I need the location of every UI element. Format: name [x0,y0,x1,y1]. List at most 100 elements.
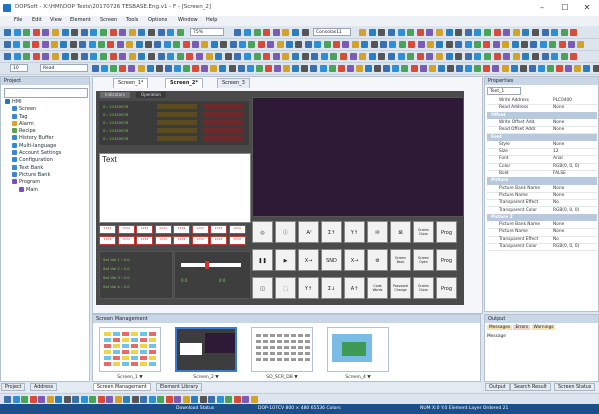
toolbar-tool-icon[interactable] [119,65,127,72]
tab-search-result[interactable]: Search Result [510,383,551,391]
toolbar-tool-icon[interactable] [292,65,300,72]
menu-edit[interactable]: Edit [32,17,42,23]
toolbar-tool-icon[interactable] [80,29,88,36]
toolbar-tool-icon[interactable] [155,65,163,72]
toolbar-tool-icon[interactable] [173,41,181,48]
toolbar-tool-icon[interactable] [456,65,463,72]
toolbar-tool-icon[interactable] [445,29,453,36]
tree-item[interactable]: Configuration [5,157,61,164]
toolbar-tool-icon[interactable] [90,29,98,36]
maximize-button[interactable]: ☐ [554,2,576,14]
toolbar-tool-icon[interactable] [389,41,397,48]
hmi-function-button[interactable]: Y↑ [298,277,319,299]
toolbar-tool-icon[interactable] [233,396,241,403]
thumb-screen-1[interactable] [99,327,161,372]
toolbar-tool-icon[interactable] [138,29,146,36]
menu-screen[interactable]: Screen [100,17,117,23]
toolbar-tool-icon[interactable] [428,65,436,72]
toolbar-tool-icon[interactable] [530,41,538,48]
tab-address[interactable]: Address [30,383,58,391]
hmi-function-button[interactable]: ⓘ [275,221,296,243]
toolbar-tool-icon[interactable] [107,41,115,48]
toolbar-tool-icon[interactable] [446,65,454,72]
toolbar-tool-icon[interactable] [512,53,520,60]
menu-options[interactable]: Options [148,17,167,23]
toolbar-tool-icon[interactable] [192,65,200,72]
toolbar-tool-icon[interactable] [13,53,21,60]
toolbar-tool-icon[interactable] [484,29,491,36]
toolbar-tool-icon[interactable] [255,65,263,72]
hmi-function-button[interactable]: ◎ [252,221,273,243]
toolbar-tool-icon[interactable] [328,65,336,72]
hmi-function-button[interactable]: Screen Close [413,277,434,299]
tab-element-library[interactable]: Element Library [156,383,203,391]
toolbar-tool-icon[interactable] [319,65,327,72]
toolbar-tool-icon[interactable] [71,53,79,60]
toolbar-tool-icon[interactable] [69,41,77,48]
toolbar-tool-icon[interactable] [388,29,395,36]
thumb-screen-4[interactable] [327,327,389,372]
hmi-function-button[interactable]: Prog [436,249,457,271]
toolbar-tool-icon[interactable] [392,65,400,72]
toolbar-tool-icon[interactable] [89,396,96,403]
toolbar-tool-icon[interactable] [92,65,99,72]
toolbar-tool-icon[interactable] [263,53,271,60]
toolbar-tool-icon[interactable] [337,65,345,72]
hmi-function-button[interactable]: ▶ [275,249,296,271]
toolbar-tool-icon[interactable] [474,41,481,48]
property-value[interactable]: 12 [553,148,558,155]
numeric-entry-button[interactable]: 1234 [99,236,116,245]
toolbar-tool-icon[interactable] [310,65,318,72]
toolbar-tool-icon[interactable] [174,396,181,403]
toolbar-tool-icon[interactable] [100,29,107,36]
toolbar-tool-icon[interactable] [116,41,124,48]
hmi-screen-canvas[interactable]: Indicators Operation 0 : 12345678 0 : 123… [96,91,464,305]
property-row[interactable]: Transparent Color RGB(0, 0, 0) [487,243,597,252]
toolbar-tool-icon[interactable] [483,41,491,48]
toolbar-tool-icon[interactable] [541,53,549,60]
toolbar-tool-icon[interactable] [541,29,549,36]
toolbar-tool-icon[interactable] [493,29,501,36]
toolbar-tool-icon[interactable] [239,41,246,48]
hmi-function-button[interactable]: SND [321,249,342,271]
property-value[interactable]: None [553,126,564,133]
close-button[interactable]: ✕ [576,2,598,14]
toolbar-tool-icon[interactable] [565,65,573,72]
tree-item[interactable]: Account Settings [5,150,61,157]
toolbar-tool-icon[interactable] [437,65,445,72]
toolbar-tool-icon[interactable] [80,53,88,60]
hmi-function-button[interactable]: X→ [344,249,365,271]
hmi-function-button[interactable]: Prog [436,277,457,299]
toolbar-tool-icon[interactable] [492,41,500,48]
hmi-function-button[interactable]: ⊠ [390,221,411,243]
tree-item[interactable]: Text Bank [5,164,61,172]
toolbar-tool-icon[interactable] [176,29,184,36]
tree-item[interactable]: Multi-language [5,142,61,150]
toolbar-tool-icon[interactable] [286,41,293,48]
toolbar-tool-icon[interactable] [109,53,117,60]
tree-item[interactable]: History Buffer [5,135,61,142]
toolbar-tool-icon[interactable] [128,53,136,60]
tree-item[interactable]: Screen [5,106,61,113]
toolbar-tool-icon[interactable] [330,53,338,60]
toolbar-tool-icon[interactable] [210,65,218,72]
toolbar-tool-icon[interactable] [483,65,491,72]
toolbar-tool-icon[interactable] [464,29,472,36]
toolbar-tool-icon[interactable] [342,41,350,48]
toolbar-tool-icon[interactable] [368,29,376,36]
toolbar-tool-icon[interactable] [272,29,280,36]
toolbar-tool-icon[interactable] [21,396,28,403]
toolbar-tool-icon[interactable] [148,29,155,36]
toolbar-tool-icon[interactable] [416,53,424,60]
toolbar-tool-icon[interactable] [311,53,319,60]
toolbar-tool-icon[interactable] [98,41,105,48]
toolbar-tool-icon[interactable] [292,53,299,60]
toolbar-tool-icon[interactable] [397,53,405,60]
hmi-function-button[interactable]: A↑ [344,277,365,299]
toolbar-tool-icon[interactable] [560,53,568,60]
toolbar-tool-icon[interactable] [114,396,122,403]
toolbar-tool-icon[interactable] [378,29,386,36]
toolbar-tool-icon[interactable] [13,29,21,36]
toolbar-tool-icon[interactable] [383,65,391,72]
toolbar-tool-icon[interactable] [314,41,322,48]
